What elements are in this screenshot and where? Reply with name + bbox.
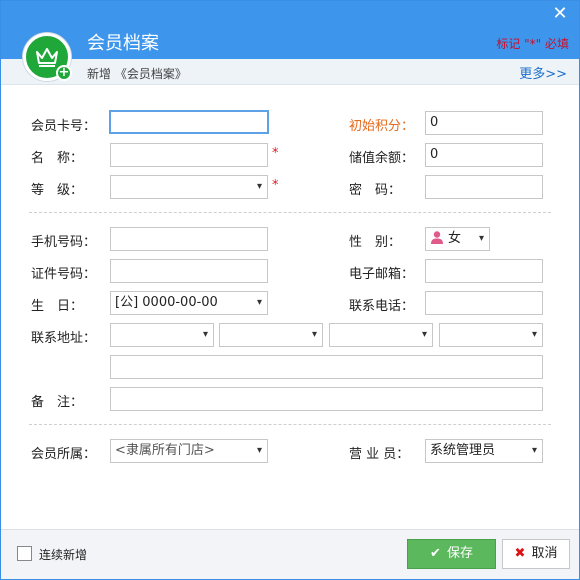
remark-input[interactable] [110,387,543,411]
gender-select[interactable]: 女 [425,227,490,251]
level-select[interactable] [110,175,268,199]
dialog-title: 会员档案 [87,33,159,54]
contact-phone-label: 联系电话： [349,299,415,314]
province-select[interactable] [110,323,214,347]
gender-label: 性 别： [349,235,402,250]
id-no-label: 证件号码： [31,267,97,282]
id-no-input[interactable] [110,259,268,283]
email-input[interactable] [425,259,543,283]
breadcrumb: 新增 《会员档案》 [87,67,187,81]
name-label: 名 称： [31,151,84,166]
cancel-label: 取消 [531,546,558,561]
store-label: 会员所属： [31,447,97,462]
female-user-icon [431,231,443,244]
card-no-label: 会员卡号： [31,119,97,134]
phone-label: 手机号码： [31,235,97,250]
stored-balance-label: 储值余额： [349,151,415,166]
sub-header: 新增 《会员档案》 更多>> [1,59,579,85]
name-input[interactable] [110,143,268,167]
continuous-add-label[interactable]: 连续新增 [39,546,87,563]
remark-label: 备 注： [31,395,84,410]
salesperson-select[interactable]: 系统管理员 [425,439,543,463]
address-detail-input[interactable] [110,355,543,379]
save-button[interactable]: ✔ 保存 [407,539,496,569]
check-icon: ✔ [430,546,441,561]
stored-balance-input[interactable]: 0 [425,143,543,167]
birthday-label: 生 日： [31,299,84,314]
card-no-input[interactable] [109,110,269,134]
title-bar: 会员档案 ✕ 标记 "*" 必填 [1,1,579,59]
save-label: 保存 [446,546,473,561]
member-profile-dialog: 会员档案 ✕ 标记 "*" 必填 新增 《会员档案》 更多>> + 会员卡号： … [0,0,580,580]
continuous-add-checkbox[interactable] [17,546,32,561]
name-required-star: * [272,146,279,161]
required-note: 标记 "*" 必填 [496,37,569,51]
gender-value: 女 [448,231,462,246]
init-points-label: 初始积分： [349,119,415,134]
street-select[interactable] [439,323,543,347]
email-label: 电子邮箱： [349,267,415,282]
init-points-input[interactable]: 0 [425,111,543,135]
section-divider [29,424,551,425]
address-label: 联系地址： [31,331,97,346]
salesperson-label: 营 业 员： [349,447,410,462]
phone-input[interactable] [110,227,268,251]
city-select[interactable] [219,323,323,347]
district-select[interactable] [329,323,433,347]
close-icon: ✖ [514,546,526,561]
close-icon[interactable]: ✕ [551,5,569,23]
password-label: 密 码： [349,183,402,198]
contact-phone-input[interactable] [425,291,543,315]
more-link[interactable]: 更多>> [519,63,567,82]
section-divider [29,212,551,213]
store-select[interactable]: <隶属所有门店> [110,439,268,463]
dialog-footer: 连续新增 ✔ 保存 ✖ 取消 [1,529,579,579]
birthday-picker[interactable]: [公] 0000-00-00 [110,291,268,315]
password-input[interactable] [425,175,543,199]
level-required-star: * [272,178,279,193]
level-label: 等 级： [31,183,84,198]
cancel-button[interactable]: ✖ 取消 [502,539,570,569]
add-badge-icon: + [56,65,72,81]
